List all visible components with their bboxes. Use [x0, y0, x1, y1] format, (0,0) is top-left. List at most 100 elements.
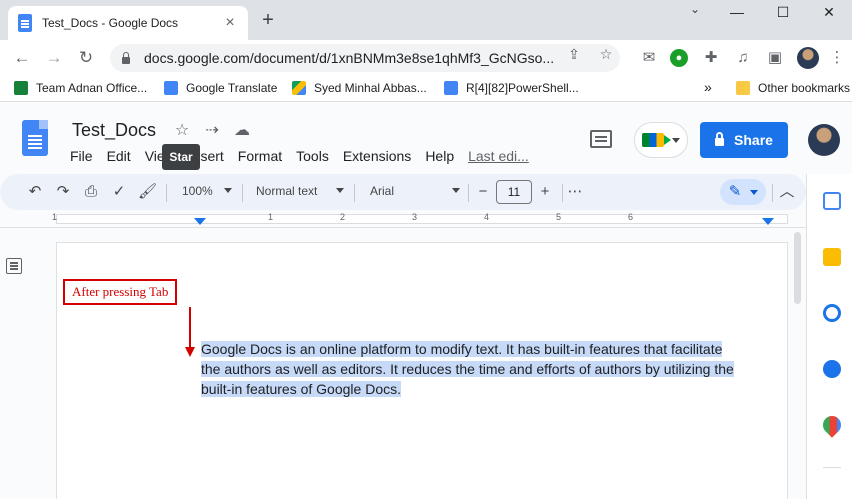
document-line[interactable]: Google Docs is an online platform to mod…	[201, 339, 769, 359]
reload-icon[interactable]: ↻	[76, 48, 96, 68]
tasks-icon[interactable]	[823, 304, 841, 322]
ruler-number: 6	[628, 212, 634, 222]
ruler-strip	[56, 214, 788, 224]
maximize-button[interactable]: ☐	[760, 0, 806, 24]
ruler-number: 1	[268, 212, 274, 222]
bookmark-star-icon[interactable]: ☆	[598, 46, 614, 63]
print-icon[interactable]: ⎙	[82, 183, 100, 201]
omnibox[interactable]: docs.google.com/document/d/1xnBNMm3e8se1…	[110, 44, 620, 72]
bookmark-item[interactable]: Syed Minhal Abbas...	[292, 81, 427, 95]
bookmark-item[interactable]: R[4][82]PowerShell...	[444, 81, 579, 95]
document-title[interactable]: Test_Docs	[72, 120, 156, 141]
close-window-button[interactable]: ✕	[806, 0, 852, 24]
scrollbar-thumb[interactable]	[794, 232, 801, 304]
tab-close-icon[interactable]: ×	[222, 14, 238, 32]
account-avatar[interactable]	[808, 124, 840, 156]
increase-font-size-button[interactable]: +	[536, 183, 554, 201]
docs-logo-icon[interactable]	[22, 120, 48, 156]
right-indent-marker[interactable]	[762, 218, 774, 225]
contacts-icon[interactable]	[823, 360, 841, 378]
cloud-status-icon[interactable]: ☁	[233, 120, 251, 140]
lock-icon[interactable]	[122, 51, 130, 64]
extensions-puzzle-icon[interactable]: ✚	[702, 49, 720, 67]
folder-icon	[736, 81, 750, 95]
menu-help[interactable]: Help	[425, 148, 454, 164]
minimize-button[interactable]: —	[714, 0, 760, 24]
chrome-profile-avatar[interactable]	[797, 47, 819, 69]
share-button[interactable]: Share	[700, 122, 788, 158]
ruler-number: 5	[556, 212, 562, 222]
document-outline-icon[interactable]	[6, 258, 22, 274]
undo-icon[interactable]: ↶	[26, 183, 44, 201]
other-bookmarks[interactable]: Other bookmarks	[736, 81, 850, 95]
document-canvas: After pressing Tab Google Docs is an onl…	[0, 228, 806, 499]
font-select[interactable]: Arial	[370, 184, 394, 198]
formatting-toolbar: ↶ ↷ ⎙ ✓ 🖌 100% Normal text Arial − 11 + …	[0, 174, 806, 210]
meet-button[interactable]	[634, 122, 688, 158]
document-body[interactable]: Google Docs is an online platform to mod…	[201, 339, 769, 399]
left-indent-marker[interactable]	[194, 218, 206, 225]
toolbar-divider	[166, 184, 167, 202]
meet-camera-icon	[642, 133, 671, 147]
document-line[interactable]: the authors as well as editors. It reduc…	[201, 359, 769, 379]
decrease-font-size-button[interactable]: −	[474, 183, 492, 201]
comment-history-icon[interactable]	[590, 130, 612, 148]
spellcheck-icon[interactable]: ✓	[110, 183, 128, 201]
tab-title: Test_Docs - Google Docs	[42, 16, 179, 30]
menu-edit[interactable]: Edit	[107, 148, 131, 164]
bookmarks-overflow-icon[interactable]: »	[704, 79, 712, 95]
side-panel	[806, 174, 852, 499]
paragraph-style-select[interactable]: Normal text	[256, 184, 317, 198]
font-size-input[interactable]: 11	[496, 180, 532, 204]
menu-format[interactable]: Format	[238, 148, 282, 164]
star-icon[interactable]: ☆	[173, 120, 191, 140]
forward-arrow-icon[interactable]: →	[44, 48, 64, 68]
menu-tools[interactable]: Tools	[296, 148, 329, 164]
keep-icon[interactable]	[823, 248, 841, 266]
chevron-down-icon	[672, 137, 680, 143]
calendar-icon[interactable]	[823, 192, 841, 210]
document-page[interactable]: After pressing Tab Google Docs is an onl…	[56, 242, 788, 499]
browser-tab-strip: Test_Docs - Google Docs × + ⌄ — ☐ ✕	[0, 0, 852, 40]
docs-favicon-icon	[18, 14, 32, 32]
ruler-number: 3	[412, 212, 418, 222]
share-page-icon[interactable]: ⇪	[566, 46, 582, 63]
bookmark-item[interactable]: Team Adnan Office...	[14, 81, 147, 95]
font-chevron-icon[interactable]	[452, 188, 460, 193]
zoom-chevron-icon[interactable]	[224, 188, 232, 193]
menu-file[interactable]: File	[70, 148, 93, 164]
redo-icon[interactable]: ↷	[54, 183, 72, 201]
media-control-icon[interactable]: ♫	[734, 49, 752, 67]
green-extension-icon[interactable]: ●	[670, 49, 688, 67]
bookmark-item[interactable]: Google Translate	[164, 81, 277, 95]
side-panel-icon[interactable]: ▣	[766, 49, 784, 67]
style-chevron-icon[interactable]	[336, 188, 344, 193]
maps-icon[interactable]	[819, 412, 845, 438]
more-options-icon[interactable]: ⋯	[566, 183, 584, 201]
move-folder-icon[interactable]: ⇢	[203, 120, 221, 140]
ruler-number: 1	[52, 212, 58, 222]
chrome-menu-icon[interactable]: ⋮	[828, 49, 846, 67]
annotation-arrow-head	[185, 347, 195, 357]
document-line[interactable]: built-in features of Google Docs.	[201, 379, 769, 399]
back-arrow-icon[interactable]: ←	[12, 48, 32, 68]
tab-search-chevron-icon[interactable]: ⌄	[690, 2, 700, 16]
last-edit-link[interactable]: Last edi...	[468, 148, 529, 164]
collapse-menus-icon[interactable]: ︿	[778, 183, 796, 201]
mail-extension-icon[interactable]: ✉	[640, 49, 658, 67]
url-text[interactable]: docs.google.com/document/d/1xnBNMm3e8se1…	[144, 50, 564, 66]
annotation-label: After pressing Tab	[63, 279, 178, 305]
vertical-scrollbar[interactable]	[790, 228, 806, 499]
toolbar-divider	[354, 184, 355, 202]
ruler[interactable]: 1 1 2 3 4 5 6	[0, 210, 806, 228]
menu-extensions[interactable]: Extensions	[343, 148, 411, 164]
zoom-select[interactable]: 100%	[182, 184, 213, 198]
lock-icon	[715, 131, 725, 146]
toolbar-divider	[562, 184, 563, 202]
annotation-arrow-line	[189, 307, 191, 351]
new-tab-button[interactable]: +	[258, 10, 278, 30]
browser-tab[interactable]: Test_Docs - Google Docs ×	[8, 6, 248, 40]
editing-mode-button[interactable]: ✎	[720, 179, 766, 205]
address-bar-row: ← → ↻ docs.google.com/document/d/1xnBNMm…	[0, 40, 852, 76]
paint-format-icon[interactable]: 🖌	[138, 183, 157, 201]
